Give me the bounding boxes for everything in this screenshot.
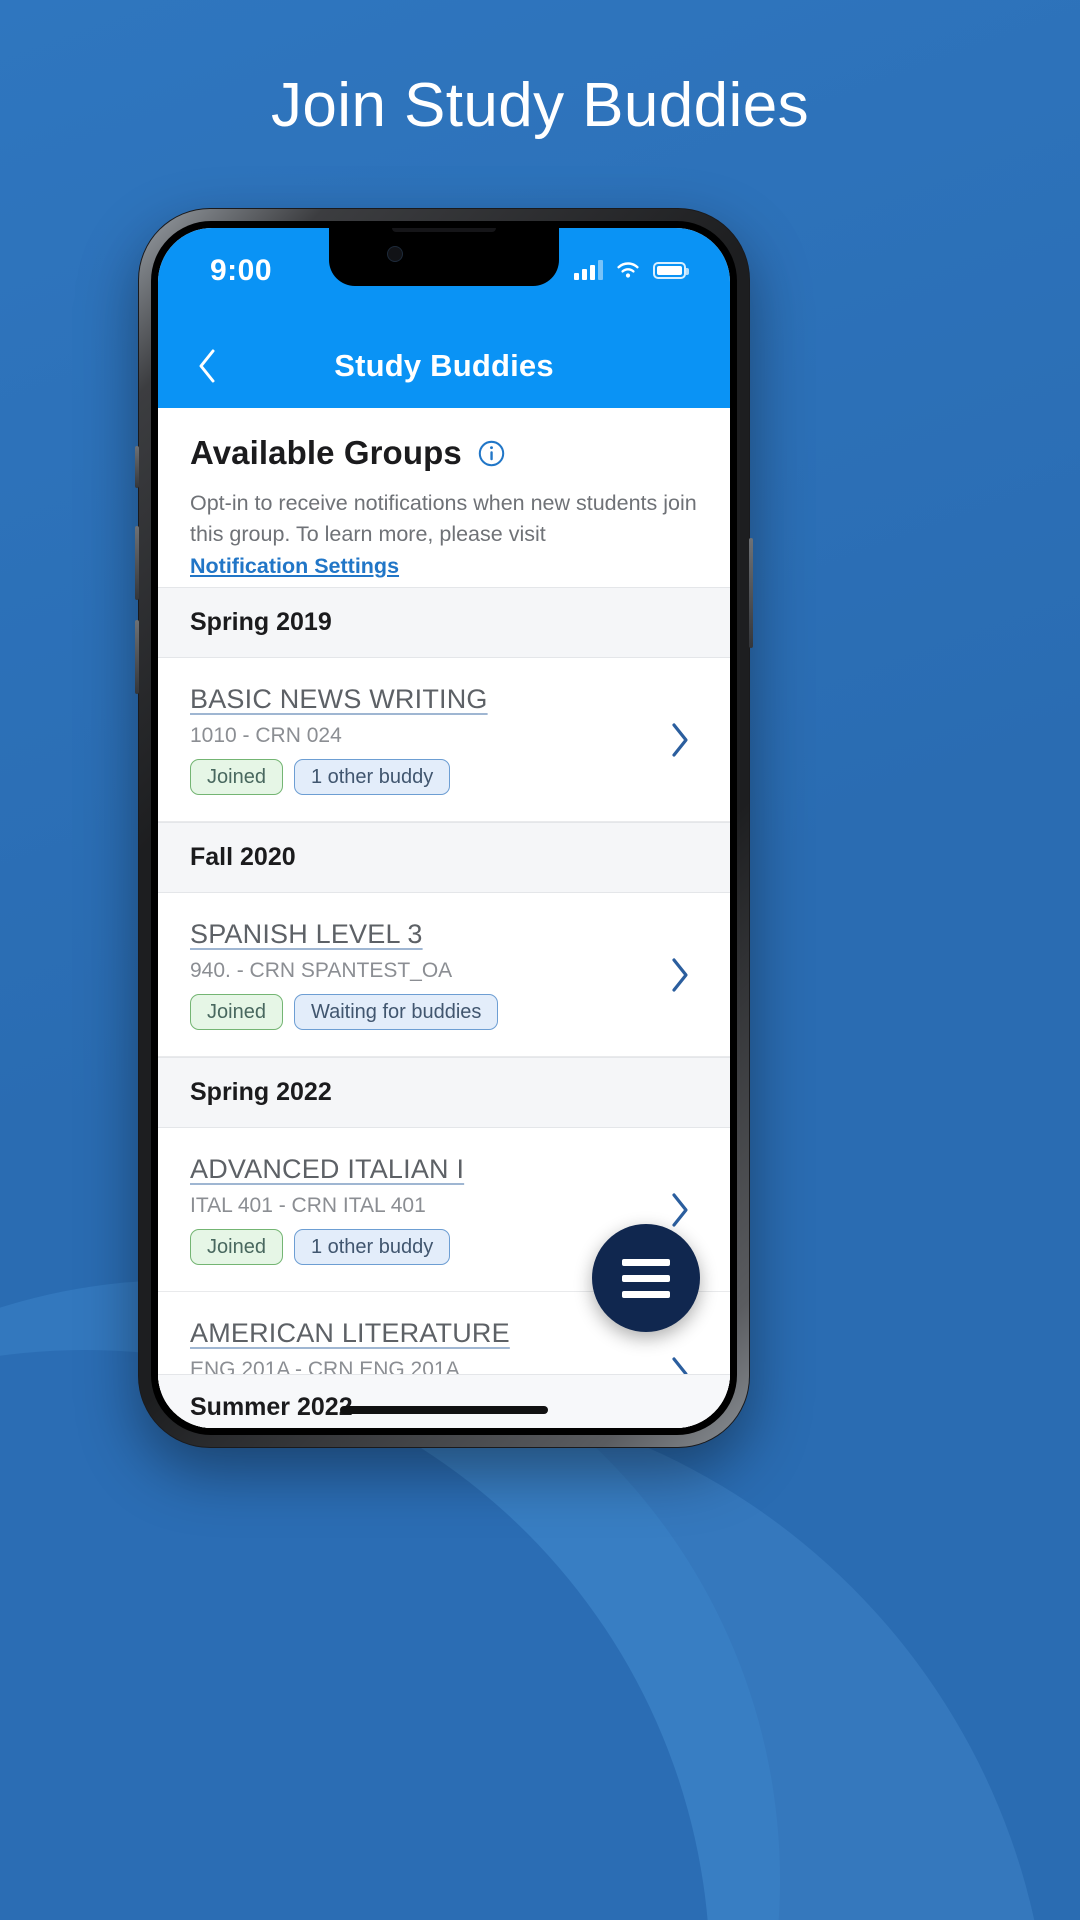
section-header-spring-2022: Spring 2022 (158, 1057, 730, 1129)
status-time: 9:00 (210, 254, 273, 287)
chevron-right-icon (672, 723, 688, 757)
course-subtitle: ITAL 401 - CRN ITAL 401 (190, 1194, 426, 1218)
notification-settings-link[interactable]: Notification Settings (190, 554, 399, 579)
badge-group: Joined 1 other buddy (190, 1229, 652, 1266)
phone-volume-down-button (135, 620, 139, 694)
intro-description: Opt-in to receive notifications when new… (190, 491, 697, 547)
course-title[interactable]: BASIC NEWS WRITING (190, 684, 652, 715)
course-subtitle: 940. - CRN SPANTEST_OA (190, 959, 453, 983)
chevron-left-icon (199, 349, 215, 383)
intro-header: Available Groups (190, 434, 698, 472)
course-open-button[interactable] (652, 957, 708, 993)
back-button[interactable] (184, 343, 230, 389)
battery-icon (653, 261, 689, 279)
section-title: Available Groups (190, 434, 462, 471)
buddy-badge: Waiting for buddies (293, 994, 499, 1031)
course-title[interactable]: AMERICAN LITERATURE (190, 1318, 652, 1349)
hamburger-menu-icon (622, 1274, 670, 1282)
phone-silent-switch (135, 446, 139, 488)
course-details: SPANISH LEVEL 3 940. - CRN SPANTEST_OA J… (190, 919, 652, 1031)
groups-list[interactable]: Available Groups Opt-in to receive notif… (158, 408, 730, 1428)
hamburger-menu-icon (622, 1290, 670, 1298)
course-details: ADVANCED ITALIAN I ITAL 401 - CRN ITAL 4… (190, 1154, 652, 1266)
info-circle-icon[interactable] (478, 440, 505, 467)
status-badge: Joined (190, 1229, 283, 1266)
menu-fab-button[interactable] (592, 1224, 700, 1332)
course-open-button[interactable] (652, 1192, 708, 1228)
section-header-spring-2019: Spring 2019 (158, 587, 730, 659)
app-navbar: Study Buddies (158, 324, 730, 408)
hamburger-menu-icon (622, 1258, 670, 1266)
status-icons (574, 260, 689, 280)
home-indicator (340, 1406, 548, 1414)
course-subtitle: 1010 - CRN 024 (190, 724, 342, 748)
marketing-headline: Join Study Buddies (271, 71, 809, 140)
chevron-right-icon (672, 958, 688, 992)
page-title: Study Buddies (334, 348, 554, 383)
buddy-badge: 1 other buddy (293, 1229, 451, 1266)
badge-group: Joined 1 other buddy (190, 759, 652, 796)
partial-section-label: Summer 2022 (190, 1393, 353, 1421)
buddy-badge: 1 other buddy (293, 759, 451, 796)
phone-volume-up-button (135, 526, 139, 600)
wifi-icon (617, 261, 639, 278)
course-title[interactable]: SPANISH LEVEL 3 (190, 919, 652, 950)
course-row-basic-news-writing[interactable]: BASIC NEWS WRITING 1010 - CRN 024 Joined… (158, 658, 730, 823)
intro-block: Available Groups Opt-in to receive notif… (158, 408, 730, 587)
phone-screen: 9:00 Study Buddies Available Groups Opt-… (158, 228, 730, 1428)
chevron-right-icon (672, 1193, 688, 1227)
badge-group: Joined Waiting for buddies (190, 994, 652, 1031)
phone-mockup: 9:00 Study Buddies Available Groups Opt-… (135, 208, 753, 1448)
status-badge: Joined (190, 994, 283, 1031)
course-title[interactable]: ADVANCED ITALIAN I (190, 1154, 652, 1185)
course-open-button[interactable] (652, 722, 708, 758)
course-details: BASIC NEWS WRITING 1010 - CRN 024 Joined… (190, 684, 652, 796)
phone-power-button (749, 538, 753, 648)
status-badge: Joined (190, 759, 283, 796)
phone-body: 9:00 Study Buddies Available Groups Opt-… (151, 221, 737, 1435)
signal-bars-icon (574, 260, 603, 280)
section-header-fall-2020: Fall 2020 (158, 822, 730, 894)
earpiece-speaker (392, 228, 496, 232)
front-camera-icon (387, 246, 403, 262)
status-bar: 9:00 (158, 228, 730, 324)
course-row-spanish-level-3[interactable]: SPANISH LEVEL 3 940. - CRN SPANTEST_OA J… (158, 893, 730, 1058)
phone-notch (329, 228, 559, 286)
